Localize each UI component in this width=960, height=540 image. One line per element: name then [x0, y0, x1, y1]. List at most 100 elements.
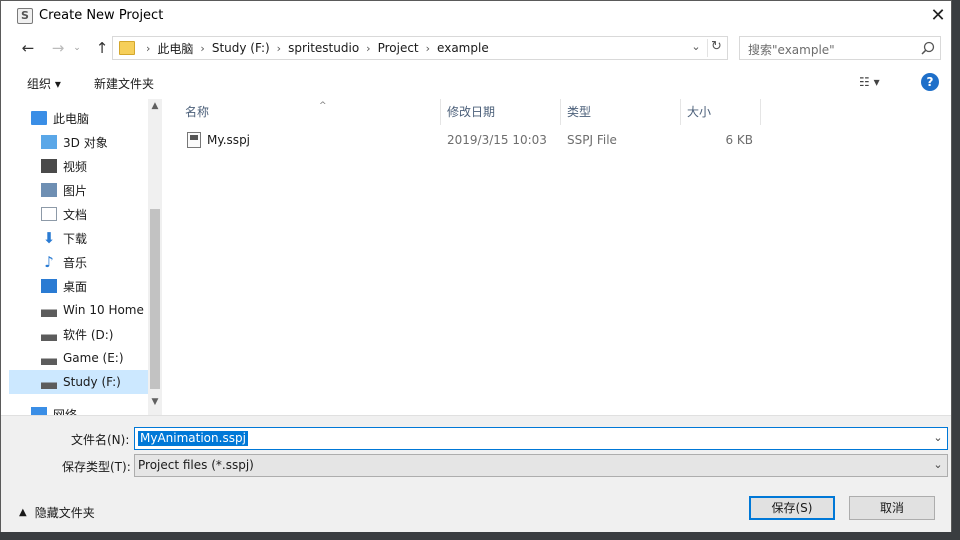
recent-locations-button[interactable]: ⌄	[72, 37, 82, 59]
network-icon	[31, 407, 47, 415]
sidebar-item-label: 音乐	[63, 255, 88, 270]
video-icon	[41, 159, 57, 173]
back-button[interactable]: ←	[17, 37, 39, 59]
sidebar-item-e-drive[interactable]: Game (E:)	[41, 346, 162, 370]
sidebar-item-label: 视频	[63, 159, 88, 174]
drive-icon	[41, 327, 57, 341]
help-icon[interactable]: ?	[921, 73, 939, 91]
background-right	[952, 0, 960, 540]
organize-button[interactable]: 组织 ▾	[27, 75, 61, 92]
sidebar-item-label: Win 10 Home x	[63, 303, 155, 317]
windows-drive-icon	[41, 303, 57, 317]
documents-icon	[41, 207, 57, 221]
breadcrumb: › 此电脑 › Study (F:) › spritestudio › Proj…	[139, 40, 489, 56]
downloads-icon: ⬇	[42, 229, 56, 247]
command-bar: 组织 ▾ 新建文件夹 ☷ ▾ ?	[1, 67, 951, 99]
breadcrumb-item-project[interactable]: Project	[378, 41, 419, 55]
sspj-file-icon	[187, 132, 201, 148]
forward-button[interactable]: →	[47, 37, 69, 59]
column-header-size[interactable]: 大小	[681, 99, 761, 125]
sidebar-item-f-drive[interactable]: Study (F:)	[9, 370, 149, 394]
column-header-type[interactable]: 类型	[561, 99, 681, 125]
sidebar-item-label: 网络	[53, 407, 78, 416]
sidebar-scrollbar[interactable]: ▲ ▼	[148, 99, 162, 415]
breadcrumb-item-spritestudio[interactable]: spritestudio	[288, 41, 359, 55]
table-row[interactable]: My.sspj 2019/3/15 10:03 SSPJ File 6 KB	[165, 129, 765, 153]
view-options-button[interactable]: ☷ ▾	[859, 75, 880, 89]
save-button[interactable]: 保存(S)	[749, 496, 835, 520]
column-header-label: 大小	[687, 105, 712, 119]
chevron-up-icon: ▲	[19, 507, 27, 518]
sidebar-item-desktop[interactable]: 桌面	[41, 274, 162, 298]
column-header-label: 名称	[185, 105, 210, 119]
breadcrumb-item-study-drive[interactable]: Study (F:)	[212, 41, 270, 55]
sidebar-item-videos[interactable]: 视频	[41, 154, 162, 178]
refresh-icon[interactable]: ↻	[707, 39, 725, 57]
search-input[interactable]: 搜索"example"	[739, 36, 941, 60]
breadcrumb-separator-icon[interactable]: ›	[139, 42, 157, 55]
sidebar-item-win10-drive[interactable]: Win 10 Home x	[41, 298, 162, 322]
chevron-down-icon[interactable]: ⌄	[931, 431, 945, 444]
filetype-select[interactable]: Project files (*.sspj) ⌄	[134, 454, 948, 477]
scrollbar-thumb[interactable]	[150, 209, 160, 389]
column-header-label: 类型	[567, 105, 592, 119]
up-button[interactable]: ↑	[91, 37, 113, 59]
sidebar-item-downloads[interactable]: ⬇ 下载	[41, 226, 162, 250]
filename-value: MyAnimation.sspj	[138, 431, 248, 446]
navigation-pane: 此电脑 3D 对象 视频 图片 文档 ⬇ 下载 ♪ 音乐 桌面 Win 10 H…	[9, 99, 162, 415]
breadcrumb-item-example[interactable]: example	[437, 41, 489, 55]
sidebar-item-label: 此电脑	[53, 111, 90, 126]
sidebar-item-network[interactable]: 网络	[31, 402, 162, 415]
music-icon: ♪	[44, 253, 54, 271]
column-header-name[interactable]: 名称 ^	[179, 99, 441, 125]
cancel-button[interactable]: 取消	[849, 496, 935, 520]
filetype-value: Project files (*.sspj)	[138, 458, 254, 472]
sidebar-item-label: 3D 对象	[63, 135, 108, 150]
breadcrumb-separator-icon[interactable]: ›	[270, 42, 288, 55]
sidebar-item-label: 图片	[63, 183, 88, 198]
column-header-label: 修改日期	[447, 105, 496, 119]
close-button[interactable]: ✕	[925, 3, 951, 29]
breadcrumb-separator-icon[interactable]: ›	[419, 42, 437, 55]
hide-folders-toggle[interactable]: ▲ 隐藏文件夹	[19, 504, 95, 521]
sidebar-item-this-pc[interactable]: 此电脑	[31, 106, 162, 130]
file-type: SSPJ File	[567, 133, 617, 147]
breadcrumb-separator-icon[interactable]: ›	[193, 42, 211, 55]
folder-icon	[119, 41, 135, 55]
file-list: 名称 ^ 修改日期 类型 大小 My.sspj 2019/3/15 10:03 …	[165, 99, 951, 415]
filename-label: 文件名(N):	[71, 433, 130, 447]
sidebar-item-3d-objects[interactable]: 3D 对象	[41, 130, 162, 154]
file-size: 6 KB	[725, 133, 753, 147]
filetype-label: 保存类型(T):	[62, 460, 131, 474]
sidebar-item-d-drive[interactable]: 软件 (D:)	[41, 322, 162, 346]
pictures-icon	[41, 183, 57, 197]
chevron-down-icon[interactable]: ⌄	[689, 40, 703, 56]
title-bar: S Create New Project ✕	[1, 1, 951, 32]
window-title: Create New Project	[39, 8, 164, 23]
sidebar-item-label: 软件 (D:)	[63, 327, 114, 342]
background-bottom	[0, 532, 960, 540]
scroll-up-icon[interactable]: ▲	[148, 101, 162, 115]
drive-icon	[41, 351, 57, 365]
sidebar-item-documents[interactable]: 文档	[41, 202, 162, 226]
sidebar-item-label: Study (F:)	[63, 375, 121, 389]
search-icon[interactable]	[920, 40, 936, 56]
new-folder-button[interactable]: 新建文件夹	[94, 75, 154, 92]
sidebar-item-pictures[interactable]: 图片	[41, 178, 162, 202]
search-placeholder: 搜索"example"	[748, 43, 835, 57]
3d-objects-icon	[41, 135, 57, 149]
sidebar-item-music[interactable]: ♪ 音乐	[41, 250, 162, 274]
breadcrumb-item-this-pc[interactable]: 此电脑	[157, 40, 193, 57]
drive-icon	[41, 375, 57, 389]
address-bar[interactable]: › 此电脑 › Study (F:) › spritestudio › Proj…	[112, 36, 728, 60]
scroll-down-icon[interactable]: ▼	[148, 397, 162, 411]
chevron-down-icon[interactable]: ⌄	[931, 458, 945, 471]
sidebar-item-label: Game (E:)	[63, 351, 124, 365]
filename-field[interactable]: MyAnimation.sspj ⌄	[134, 427, 948, 450]
column-header-modified[interactable]: 修改日期	[441, 99, 561, 125]
sidebar-item-label: 文档	[63, 207, 88, 222]
file-name: My.sspj	[207, 133, 251, 147]
save-form: 文件名(N): MyAnimation.sspj ⌄ 保存类型(T): Proj…	[1, 415, 951, 532]
breadcrumb-separator-icon[interactable]: ›	[359, 42, 377, 55]
computer-icon	[31, 111, 47, 125]
